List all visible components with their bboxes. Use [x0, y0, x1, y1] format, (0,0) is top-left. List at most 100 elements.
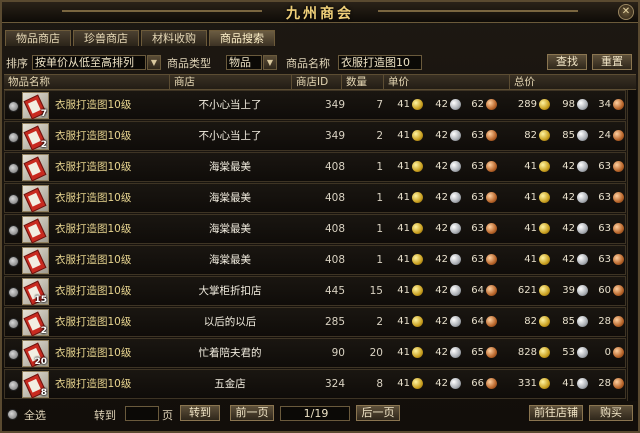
select-all-radio[interactable] — [7, 409, 18, 420]
shop-id: 90 — [331, 347, 345, 359]
row-select-radio[interactable] — [8, 163, 19, 174]
gold-amount: 331 — [517, 378, 537, 389]
copper-coin-icon — [486, 130, 497, 141]
sort-select[interactable]: 按单价从低至高排列 — [32, 55, 146, 70]
row-select-radio[interactable] — [8, 287, 19, 298]
shop-id: 408 — [324, 192, 345, 204]
search-button[interactable]: 查找 — [547, 54, 587, 70]
table-row[interactable]: 衣服打造图10级 海棠最美 408 1 41 42 63 41 42 63 — [4, 214, 626, 244]
scroll-icon[interactable]: 20 — [22, 340, 49, 368]
shop-name: 忙着陪夫君的 — [198, 347, 262, 359]
copper-amount: 63 — [598, 254, 611, 265]
silver-coin-icon — [450, 161, 461, 172]
item-count: 8 — [376, 378, 383, 390]
total-price: 82 85 28 — [515, 316, 635, 328]
scroll-icon[interactable]: 8 — [22, 371, 49, 399]
row-select-radio[interactable] — [8, 225, 19, 236]
tab-item-shop[interactable]: 物品商店 — [5, 30, 71, 46]
scroll-icon[interactable]: 2 — [22, 309, 49, 337]
item-name: 衣服打造图10级 — [55, 99, 132, 111]
silver-coin-icon — [450, 285, 461, 296]
row-select-radio[interactable] — [8, 349, 19, 360]
table-row[interactable]: 衣服打造图10级 海棠最美 408 1 41 42 63 41 42 63 — [4, 245, 626, 275]
copper-amount: 34 — [598, 99, 611, 110]
item-name: 衣服打造图10级 — [55, 223, 132, 235]
shop-name: 五金店 — [214, 378, 246, 390]
table-row[interactable]: 7 衣服打造图10级 不小心当上了 349 7 41 42 62 289 98 34 — [4, 90, 626, 120]
gold-coin-icon — [412, 316, 423, 327]
silver-amount: 42 — [435, 161, 448, 172]
copper-amount: 64 — [471, 316, 484, 327]
copper-coin-icon — [486, 192, 497, 203]
item-stack-count: 2 — [40, 140, 47, 150]
silver-coin-icon — [450, 130, 461, 141]
copper-amount: 63 — [471, 192, 484, 203]
type-dropdown-icon[interactable]: ▼ — [263, 55, 277, 70]
copper-coin-icon — [486, 254, 497, 265]
scroll-icon[interactable]: 7 — [22, 92, 49, 120]
silver-amount: 53 — [562, 347, 575, 358]
reset-button[interactable]: 重置 — [592, 54, 632, 70]
silver-amount: 41 — [562, 378, 575, 389]
goto-button[interactable]: 转到 — [180, 405, 220, 421]
scrollbar[interactable] — [627, 90, 637, 401]
sort-dropdown-icon[interactable]: ▼ — [147, 55, 161, 70]
go-to-shop-button[interactable]: 前往店铺 — [529, 405, 583, 421]
table-row[interactable]: 衣服打造图10级 海棠最美 408 1 41 42 63 41 42 63 — [4, 183, 626, 213]
table-row[interactable]: 衣服打造图10级 海棠最美 408 1 41 42 63 41 42 63 — [4, 152, 626, 182]
scroll-icon[interactable] — [22, 216, 49, 244]
next-page-button[interactable]: 后一页 — [356, 405, 400, 421]
scroll-icon[interactable] — [22, 185, 49, 213]
table-row[interactable]: 8 衣服打造图10级 五金店 324 8 41 42 66 331 41 28 — [4, 369, 626, 399]
total-price: 289 98 34 — [515, 99, 635, 111]
item-stack-count: 2 — [40, 326, 47, 336]
table-row[interactable]: 15 衣服打造图10级 大掌柜折扣店 445 15 41 42 64 621 39 60 — [4, 276, 626, 306]
header-shop: 商店 — [170, 75, 292, 89]
row-select-radio[interactable] — [8, 318, 19, 329]
gold-coin-icon — [412, 378, 423, 389]
tab-item-search[interactable]: 商品搜索 — [209, 30, 275, 46]
table-header: 物品名称 商店 商店ID 数量 单价 总价 — [4, 74, 636, 90]
tab-pet-shop[interactable]: 珍兽商店 — [73, 30, 139, 46]
prev-page-button[interactable]: 前一页 — [230, 405, 274, 421]
row-select-radio[interactable] — [8, 256, 19, 267]
gold-coin-icon — [539, 285, 550, 296]
scroll-icon[interactable]: 15 — [22, 278, 49, 306]
silver-coin-icon — [577, 347, 588, 358]
scroll-icon[interactable] — [22, 247, 49, 275]
table-row[interactable]: 20 衣服打造图10级 忙着陪夫君的 90 20 41 42 65 828 53 0 — [4, 338, 626, 368]
table-row[interactable]: 2 衣服打造图10级 以后的以后 285 2 41 42 64 82 85 28 — [4, 307, 626, 337]
unit-price: 41 42 65 — [388, 347, 508, 359]
gold-coin-icon — [539, 161, 550, 172]
silver-coin-icon — [577, 254, 588, 265]
name-input[interactable]: 衣服打造图10 — [338, 55, 422, 70]
buy-button[interactable]: 购买 — [589, 405, 633, 421]
row-select-radio[interactable] — [8, 194, 19, 205]
tab-material-buy[interactable]: 材料收购 — [141, 30, 207, 46]
gold-coin-icon — [539, 130, 550, 141]
title-bar[interactable]: 九州商会 ✕ — [2, 2, 638, 23]
silver-amount: 42 — [435, 378, 448, 389]
row-select-radio[interactable] — [8, 101, 19, 112]
gold-amount: 41 — [397, 378, 410, 389]
type-select[interactable]: 物品 — [226, 55, 262, 70]
shop-name: 海棠最美 — [209, 192, 251, 204]
total-price: 41 42 63 — [515, 192, 635, 204]
row-select-radio[interactable] — [8, 132, 19, 143]
gold-amount: 41 — [397, 285, 410, 296]
item-name: 衣服打造图10级 — [55, 378, 132, 390]
page-number-input[interactable] — [125, 406, 159, 421]
copper-amount: 28 — [598, 378, 611, 389]
scroll-icon[interactable] — [22, 154, 49, 182]
total-price: 331 41 28 — [515, 378, 635, 390]
total-price: 41 42 63 — [515, 254, 635, 266]
total-price: 41 42 63 — [515, 161, 635, 173]
shop-name: 海棠最美 — [209, 161, 251, 173]
silver-amount: 42 — [435, 347, 448, 358]
header-item-name: 物品名称 — [4, 75, 170, 89]
table-row[interactable]: 2 衣服打造图10级 不小心当上了 349 2 41 42 63 82 85 24 — [4, 121, 626, 151]
row-select-radio[interactable] — [8, 380, 19, 391]
close-icon[interactable]: ✕ — [618, 4, 634, 20]
scroll-icon[interactable]: 2 — [22, 123, 49, 151]
unit-price: 41 42 63 — [388, 192, 508, 204]
